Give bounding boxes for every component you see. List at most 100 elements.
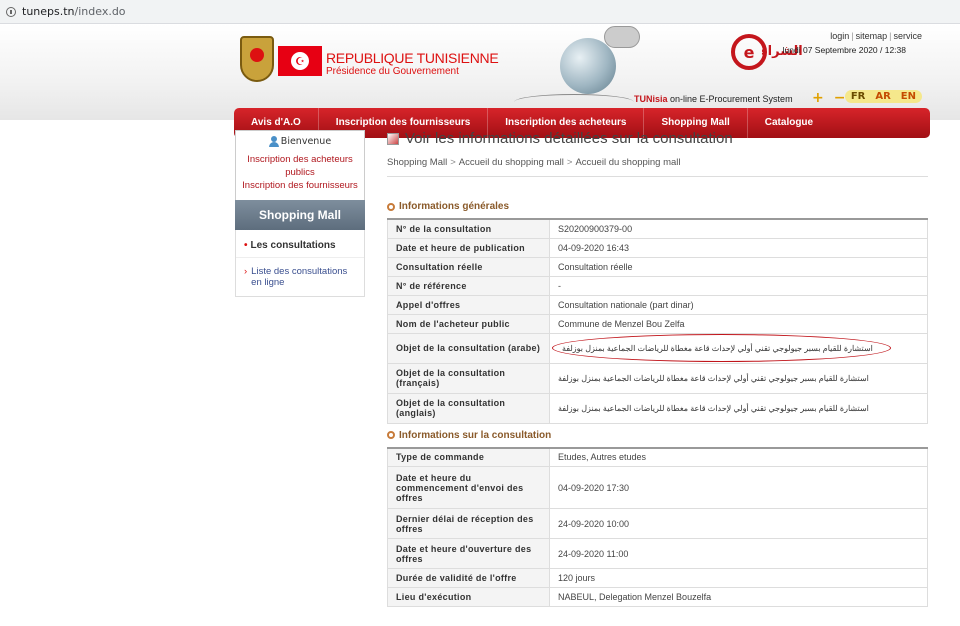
site-header: ☪ REPUBLIQUE TUNISIENNE Présidence du Go… [0, 24, 960, 138]
table-row: Consultation réelle Consultation réelle [387, 256, 928, 277]
breadcrumb-sep-icon: > [566, 157, 573, 168]
row-label: Nom de l'acheteur public [387, 313, 550, 334]
english-object-text: استشارة للقيام بسبر جيولوجي تقني أولي لإ… [558, 404, 869, 413]
info-icon[interactable] [6, 6, 16, 17]
row-value: Consultation réelle [549, 256, 928, 277]
arrow-right-icon: › [244, 266, 248, 277]
welcome-label: Bienvenue [236, 136, 364, 147]
republic-sub: Présidence du Gouvernement [326, 66, 459, 77]
table-row: Objet de la consultation (anglais) استشار… [387, 392, 928, 424]
mouse-icon [604, 26, 640, 48]
section-title-text: Informations générales [399, 201, 510, 212]
row-label: N° de référence [387, 275, 550, 296]
row-label: Date et heure de publication [387, 237, 550, 258]
user-icon [268, 136, 279, 147]
eproc-tagline: TUNisia on-line E-Procurement System [634, 94, 793, 104]
row-value: S20200900379-00 [549, 218, 928, 239]
circled-value: استشارة للقيام بسبر جيولوجي تقني أولي لإ… [552, 334, 891, 362]
service-link[interactable]: service [891, 31, 924, 41]
sidebar: Bienvenue Inscription des acheteurs publ… [235, 130, 365, 297]
title-icon [387, 132, 399, 145]
zoom-in-icon[interactable]: + [812, 90, 824, 106]
sidebar-menu: • Les consultations › Liste des consultati… [235, 230, 365, 297]
row-value: 04-09-2020 17:30 [549, 466, 928, 509]
page-body: Bienvenue Inscription des acheteurs publ… [0, 120, 960, 626]
french-object-text: استشارة للقيام بسبر جيولوجي تقني أولي لإ… [558, 374, 869, 383]
lang-fr[interactable]: FR [851, 91, 866, 102]
sitemap-link[interactable]: sitemap [854, 31, 890, 41]
table-row: Nom de l'acheteur public Commune de Menze… [387, 313, 928, 334]
row-label: Date et heure du commencement d'envoi de… [387, 466, 550, 509]
row-value: استشارة للقيام بسبر جيولوجي تقني أولي لإ… [549, 332, 928, 364]
row-value: 24-09-2020 11:00 [549, 538, 928, 569]
row-value: Etudes, Autres etudes [549, 447, 928, 467]
sidebar-item-liste-consultations[interactable]: › Liste des consultations en ligne [236, 258, 364, 296]
tunisia-flag-icon: ☪ [278, 46, 322, 76]
section-bullet-icon [387, 431, 395, 439]
browser-address-bar[interactable]: tuneps.tn/index.do [0, 0, 960, 24]
row-value: Consultation nationale (part dinar) [549, 294, 928, 315]
row-label: N° de la consultation [387, 218, 550, 239]
link-inscription-fournisseurs[interactable]: Inscription des fournisseurs [236, 179, 364, 192]
row-label: Dernier délai de réception des offres [387, 508, 550, 539]
row-label: Objet de la consultation (français) [387, 362, 550, 394]
red-annotation-ellipse [552, 334, 891, 362]
eproc-text: on-line E-Procurement System [667, 94, 793, 104]
table-row: Dernier délai de réception des offres 24-… [387, 508, 928, 539]
breadcrumb-item[interactable]: Accueil du shopping mall [459, 157, 564, 168]
row-value: - [549, 275, 928, 296]
republic-name: REPUBLIQUE TUNISIENNE [326, 50, 499, 66]
sidebar-item-label: Les consultations [250, 240, 336, 251]
lang-en[interactable]: EN [901, 91, 916, 102]
page-title-text: Voir les informations détaillées sur la … [405, 130, 733, 147]
section-general-title: Informations générales [387, 201, 928, 212]
sidebar-item-label: Liste des consultations en ligne [251, 266, 348, 288]
row-label: Objet de la consultation (anglais) [387, 392, 550, 424]
breadcrumb-item[interactable]: Accueil du shopping mall [575, 157, 680, 168]
url-host: tuneps.tn [22, 5, 75, 18]
sidebar-item-consultations[interactable]: • Les consultations [236, 230, 364, 258]
language-switcher: FR AR EN [844, 90, 922, 103]
row-label: Date et heure d'ouverture des offres [387, 538, 550, 569]
row-value: 04-09-2020 16:43 [549, 237, 928, 258]
row-value: 120 jours [549, 568, 928, 588]
row-label: Durée de validité de l'offre [387, 568, 550, 588]
eproc-brand: TUNisia [634, 94, 668, 104]
main-content: Voir les informations détaillées sur la … [387, 130, 928, 607]
general-info-table: N° de la consultation S20200900379-00 Dat… [387, 218, 928, 424]
row-value: استشارة للقيام بسبر جيولوجي تقني أولي لإ… [549, 392, 928, 424]
globe-icon [560, 38, 616, 94]
table-row: Objet de la consultation (français) استشا… [387, 362, 928, 394]
row-label: Consultation réelle [387, 256, 550, 277]
table-row: Lieu d'exécution NABEUL, Delegation Menze… [387, 587, 928, 607]
section-bullet-icon [387, 202, 395, 211]
table-row: Type de commande Etudes, Autres etudes [387, 447, 928, 467]
section-title-text: Informations sur la consultation [399, 429, 552, 441]
table-row: Durée de validité de l'offre 120 jours [387, 568, 928, 588]
welcome-text: Bienvenue [280, 136, 332, 147]
row-label: Appel d'offres [387, 294, 550, 315]
table-row: N° de référence - [387, 275, 928, 296]
link-inscription-acheteurs[interactable]: Inscription des acheteurs publics [236, 153, 364, 179]
row-label: Lieu d'exécution [387, 587, 550, 607]
login-link[interactable]: login [828, 31, 851, 41]
page-title: Voir les informations détaillées sur la … [387, 130, 928, 147]
row-value: 24-09-2020 10:00 [549, 508, 928, 539]
zoom-out-icon[interactable]: − [834, 90, 846, 106]
table-row: N° de la consultation S20200900379-00 [387, 218, 928, 239]
table-row: Date et heure de publication 04-09-2020 1… [387, 237, 928, 258]
lang-ar[interactable]: AR [875, 91, 890, 102]
breadcrumb: Shopping Mall > Accueil du shopping mall > A… [387, 157, 928, 177]
row-label: Objet de la consultation (arabe) [387, 332, 550, 364]
table-row: Date et heure du commencement d'envoi de… [387, 466, 928, 509]
row-label: Type de commande [387, 447, 550, 467]
table-row: Appel d'offres Consultation nationale (pa… [387, 294, 928, 315]
current-date: lundi 07 Septembre 2020 / 12:38 [782, 45, 906, 55]
breadcrumb-item[interactable]: Shopping Mall [387, 157, 447, 168]
row-value: استشارة للقيام بسبر جيولوجي تقني أولي لإ… [549, 362, 928, 394]
row-value: Commune de Menzel Bou Zelfa [549, 313, 928, 334]
row-value: NABEUL, Delegation Menzel Bouzelfa [549, 587, 928, 607]
table-row: Date et heure d'ouverture des offres 24-0… [387, 538, 928, 569]
top-links: login | sitemap | service [828, 31, 924, 41]
consultation-info-table: Type de commande Etudes, Autres etudes Da… [387, 446, 928, 607]
